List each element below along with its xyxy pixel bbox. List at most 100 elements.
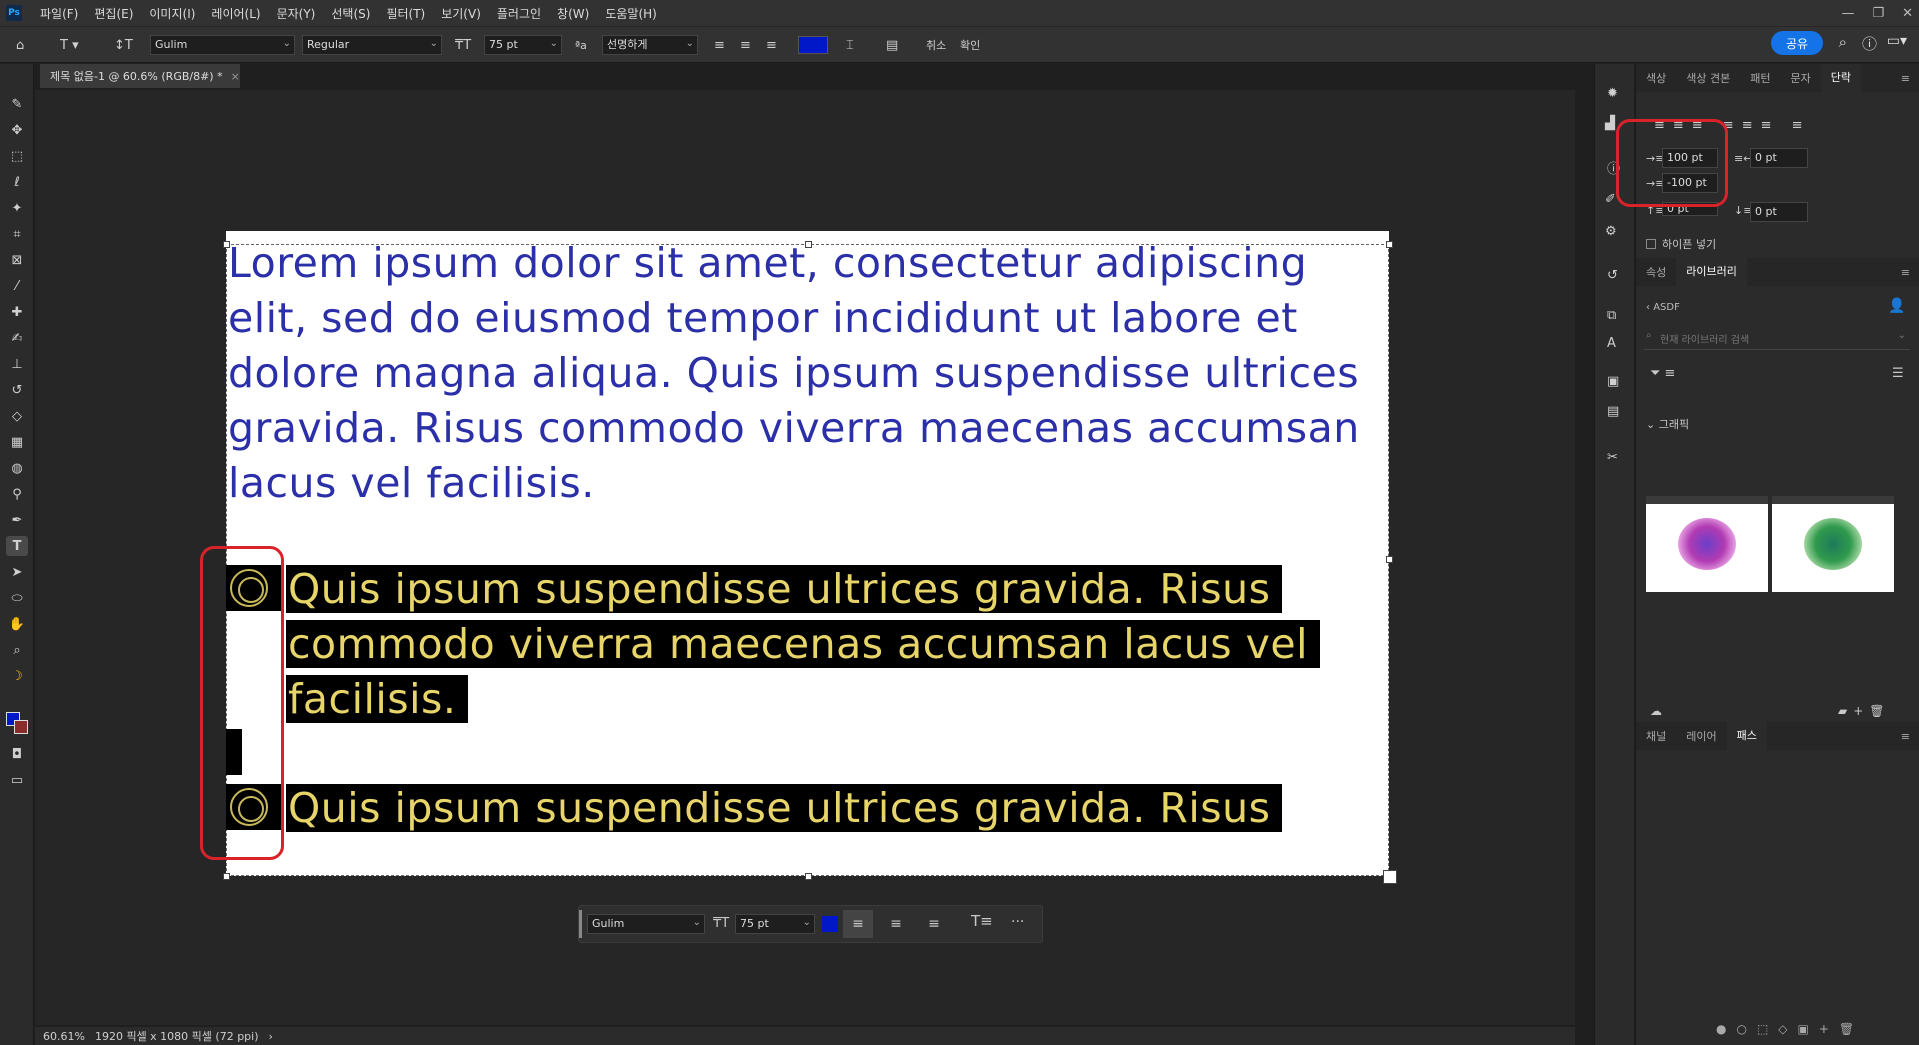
cancel-button[interactable]: 취소: [926, 27, 946, 63]
transform-handle[interactable]: [1383, 870, 1397, 884]
quick-select-tool-icon[interactable]: ✦: [6, 198, 28, 218]
gradient-tool-icon[interactable]: ▦: [6, 432, 28, 452]
selected-text[interactable]: Quis ipsum suspendisse ultrices gravida.…: [286, 784, 1283, 832]
menu-file[interactable]: 파일(F): [32, 5, 86, 22]
more-options-button[interactable]: ···: [1011, 914, 1024, 930]
type-tool-icon[interactable]: T: [6, 536, 28, 556]
artboard-tool-icon[interactable]: ✎: [6, 94, 28, 114]
menu-view[interactable]: 보기(V): [433, 5, 489, 22]
library-search-input[interactable]: ⌕ 현재 라이브러리 검색 ⌄: [1644, 326, 1910, 350]
align-center-icon[interactable]: ≡: [881, 910, 911, 938]
restore-icon[interactable]: ❐: [1872, 6, 1884, 21]
tab-patterns[interactable]: 패턴: [1740, 70, 1780, 86]
font-size-select[interactable]: 75 pt ⌄: [484, 35, 562, 55]
brightness-icon[interactable]: ✹: [1607, 86, 1618, 101]
filter-icon[interactable]: ⏷ ≡: [1650, 366, 1675, 381]
text-color-swatch[interactable]: [798, 36, 828, 54]
space-after-field[interactable]: 0 pt: [1750, 202, 1808, 222]
tab-channels[interactable]: 채널: [1636, 728, 1676, 744]
history-brush-tool-icon[interactable]: ↺: [6, 380, 28, 400]
history-icon[interactable]: ↺: [1607, 268, 1618, 283]
align-right-icon[interactable]: ≡: [766, 27, 777, 63]
hyphenate-checkbox[interactable]: [1646, 239, 1656, 249]
type-tool-preset-icon[interactable]: T ▾: [60, 27, 79, 63]
drag-handle[interactable]: [579, 910, 582, 938]
library-graphic[interactable]: [1646, 496, 1768, 592]
brush-settings-icon[interactable]: ✐: [1605, 192, 1616, 207]
menu-plugins[interactable]: 플러그인: [489, 5, 549, 22]
list-view-icon[interactable]: ☰: [1892, 366, 1904, 381]
library-actions-icon[interactable]: ▰+🗑: [1838, 704, 1891, 718]
brush-tool-icon[interactable]: ✍: [6, 328, 28, 348]
font-family-select[interactable]: Gulim ⌄: [150, 35, 295, 55]
account-icon[interactable]: 👤: [1888, 298, 1905, 314]
antialias-select[interactable]: 선명하게 ⌄: [602, 35, 698, 55]
chevron-right-icon[interactable]: ›: [269, 1030, 273, 1043]
glyphs-icon[interactable]: ▤: [1607, 404, 1619, 419]
quick-mask-icon[interactable]: ◘: [6, 744, 28, 764]
minimize-icon[interactable]: —: [1841, 6, 1854, 21]
cloud-icon[interactable]: ☁: [1650, 704, 1662, 718]
path-select-tool-icon[interactable]: ➤: [6, 562, 28, 582]
dodge-tool-icon[interactable]: ⚲: [6, 484, 28, 504]
adjustments-icon[interactable]: ⚙: [1605, 224, 1617, 239]
font-style-select[interactable]: Regular ⌄: [302, 35, 442, 55]
menu-help[interactable]: 도움말(H): [597, 5, 665, 22]
ctx-size-select[interactable]: 75 pt ⌄: [735, 914, 815, 934]
paths-actions-icon[interactable]: ●○⬚◇▣+🗑: [1716, 1022, 1864, 1036]
zoom-tool-icon[interactable]: ⌕: [6, 640, 28, 660]
paragraph-styles-icon[interactable]: ▣: [1607, 374, 1619, 389]
frame-tool-icon[interactable]: ⊠: [6, 250, 28, 270]
help-icon[interactable]: ⓘ: [1862, 33, 1877, 54]
hand-tool-icon[interactable]: ✋: [6, 614, 28, 634]
align-left-icon[interactable]: ≡: [714, 27, 725, 63]
menu-type[interactable]: 문자(Y): [269, 5, 324, 22]
transform-handle[interactable]: [1386, 556, 1393, 563]
right-indent-field[interactable]: 0 pt: [1750, 148, 1808, 168]
align-center-icon[interactable]: ≡: [740, 27, 751, 63]
healing-brush-tool-icon[interactable]: ✚: [6, 302, 28, 322]
search-icon[interactable]: ⌕: [1839, 33, 1847, 51]
menu-window[interactable]: 창(W): [549, 5, 597, 22]
tools-preset-icon[interactable]: ✂: [1607, 450, 1618, 465]
character-icon[interactable]: A: [1607, 336, 1616, 351]
screen-mode-icon[interactable]: ▭: [6, 770, 28, 790]
menu-layer[interactable]: 레이어(L): [203, 5, 268, 22]
tab-paragraph[interactable]: 단락: [1820, 64, 1861, 92]
workspace-icon[interactable]: ▭▾: [1887, 33, 1907, 49]
library-breadcrumb[interactable]: ‹ ASDF: [1646, 302, 1680, 313]
clone-stamp-tool-icon[interactable]: ⊥: [6, 354, 28, 374]
character-panel-icon[interactable]: ▤: [886, 27, 898, 63]
selected-text[interactable]: commodo viverra maecenas accumsan lacus …: [286, 620, 1321, 668]
tab-libraries[interactable]: 라이브러리: [1676, 258, 1747, 286]
menu-filter[interactable]: 필터(T): [378, 5, 433, 22]
panel-menu-icon[interactable]: ≡: [1891, 730, 1919, 743]
text-options-icon[interactable]: T≡: [971, 912, 993, 930]
share-button[interactable]: 공유: [1771, 31, 1823, 55]
warp-text-icon[interactable]: ⌶: [846, 27, 854, 63]
zoom-level[interactable]: 60.61%: [43, 1030, 85, 1043]
align-left-icon[interactable]: ≡: [843, 910, 873, 938]
crop-tool-icon[interactable]: ⌗: [6, 224, 28, 244]
tab-character[interactable]: 문자: [1780, 70, 1820, 86]
selected-text[interactable]: Quis ipsum suspendisse ultrices gravida.…: [286, 565, 1283, 613]
commit-button[interactable]: 확인: [960, 27, 980, 63]
tab-color[interactable]: 색상: [1636, 70, 1676, 86]
move-tool-icon[interactable]: ✥: [6, 120, 28, 140]
close-icon[interactable]: ✕: [1902, 6, 1913, 21]
document-tab[interactable]: 제목 없음-1 @ 60.6% (RGB/8#) * ×: [40, 64, 240, 88]
panel-menu-icon[interactable]: ≡: [1891, 72, 1919, 85]
ctx-color-swatch[interactable]: [822, 916, 838, 932]
eraser-tool-icon[interactable]: ◇: [6, 406, 28, 426]
hyphenate-checkbox-row[interactable]: 하이픈 넣기: [1646, 236, 1716, 252]
tab-layers[interactable]: 레이어: [1676, 728, 1726, 744]
tab-paths[interactable]: 패스: [1726, 722, 1767, 750]
graphics-section-label[interactable]: ⌄ 그래픽: [1646, 416, 1689, 432]
clone-source-icon[interactable]: ⧉: [1607, 308, 1616, 323]
tab-swatches[interactable]: 색상 견본: [1676, 70, 1740, 86]
blur-tool-icon[interactable]: ◍: [6, 458, 28, 478]
shape-tool-icon[interactable]: ⬭: [6, 588, 28, 608]
histogram-icon[interactable]: ▟: [1605, 116, 1615, 131]
chevron-down-icon[interactable]: ⌄: [1898, 330, 1906, 341]
close-tab-icon[interactable]: ×: [231, 70, 240, 83]
